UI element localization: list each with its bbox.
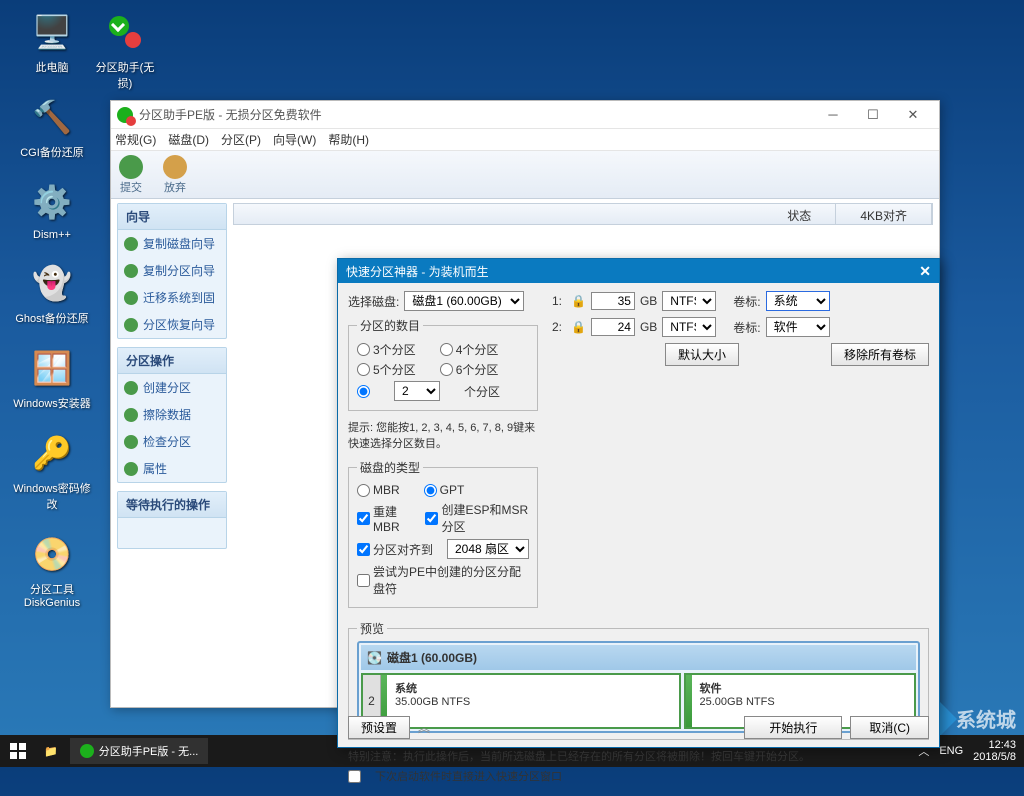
partition-count-group: 分区的数目 3个分区 4个分区 5个分区 6个分区 2 个分区 <box>348 317 538 411</box>
desktop-icon-0[interactable]: 此电脑 <box>12 8 92 75</box>
pending-panel: 等待执行的操作 <box>117 491 227 549</box>
partition-row-1: 1: 🔒 GB NTFS 卷标: 系统 <box>552 291 929 311</box>
size-input-2[interactable] <box>591 318 635 336</box>
fs-select-2[interactable]: NTFS <box>662 317 716 337</box>
dialog-title-bar: 快速分区神器 - 为装机而生 ✕ <box>338 259 939 283</box>
dialog-close-button[interactable]: ✕ <box>919 263 931 280</box>
maximize-button[interactable]: ☐ <box>853 104 893 126</box>
pending-panel-head: 等待执行的操作 <box>118 492 226 518</box>
fs-select-1[interactable]: NTFS <box>662 291 716 311</box>
menu-item-2[interactable]: 分区(P) <box>221 131 261 148</box>
wizard-panel: 向导 复制磁盘向导复制分区向导迁移系统到固分区恢复向导 <box>117 203 227 339</box>
menu-item-3[interactable]: 向导(W) <box>273 131 316 148</box>
default-size-button[interactable]: 默认大小 <box>665 343 739 366</box>
radio-3[interactable]: 3个分区 <box>357 341 416 358</box>
wizard-item-1[interactable]: 复制分区向导 <box>118 257 226 284</box>
tray-lang[interactable]: ENG <box>939 745 963 757</box>
minimize-button[interactable]: ─ <box>813 104 853 126</box>
custom-count-suffix: 个分区 <box>464 383 500 400</box>
ops-panel: 分区操作 创建分区擦除数据检查分区属性 <box>117 347 227 483</box>
type-legend: 磁盘的类型 <box>357 459 423 476</box>
wizard-item-0[interactable]: 复制磁盘向导 <box>118 230 226 257</box>
col-status: 状态 <box>763 204 836 224</box>
partition-row-2: 2: 🔒 GB NTFS 卷标: 软件 <box>552 317 929 337</box>
remove-labels-button[interactable]: 移除所有卷标 <box>831 343 929 366</box>
check-align[interactable]: 分区对齐到 <box>357 541 433 558</box>
ops-item-1[interactable]: 擦除数据 <box>118 401 226 428</box>
cancel-button[interactable]: 取消(C) <box>850 716 929 739</box>
radio-5[interactable]: 5个分区 <box>357 361 416 378</box>
ops-panel-head: 分区操作 <box>118 348 226 374</box>
taskbar-app[interactable]: 分区助手PE版 - 无... <box>70 738 209 764</box>
ops-item-3[interactable]: 属性 <box>118 455 226 482</box>
preview-disk-header: 💽 磁盘1 (60.00GB) <box>361 645 916 670</box>
radio-custom[interactable] <box>357 385 370 398</box>
desktop-icon-4[interactable]: Ghost备份还原 <box>12 259 92 326</box>
preset-button[interactable]: 预设置 <box>348 716 410 739</box>
wizard-item-3[interactable]: 分区恢复向导 <box>118 311 226 338</box>
desktop-icon-partition[interactable]: 分区助手(无损) <box>92 8 158 91</box>
close-button[interactable]: ✕ <box>893 104 933 126</box>
desktop-icon-3[interactable]: Dism++ <box>12 178 92 241</box>
desktop-icon-2[interactable]: CGI备份还原 <box>12 93 92 160</box>
quick-partition-dialog: 快速分区神器 - 为装机而生 ✕ 选择磁盘: 磁盘1 (60.00GB) 分区的… <box>337 258 940 748</box>
desktop-icon-6[interactable]: Windows密码修改 <box>12 429 92 512</box>
partition-list-header: 状态 4KB对齐 <box>233 203 933 225</box>
window-title: 分区助手PE版 - 无损分区免费软件 <box>139 106 813 123</box>
lock-icon: 🔒 <box>571 320 586 334</box>
disk-type-group: 磁盘的类型 MBR GPT 重建MBR 创建ESP和MSR分区 分区对齐到 20… <box>348 459 538 608</box>
menu-item-4[interactable]: 帮助(H) <box>328 131 369 148</box>
count-legend: 分区的数目 <box>357 317 423 334</box>
label: 分区助手(无损) <box>92 59 158 91</box>
lock-icon: 🔒 <box>571 294 586 308</box>
menu-bar: 常规(G) 磁盘(D) 分区(P) 向导(W) 帮助(H) <box>111 129 939 151</box>
size-input-1[interactable] <box>591 292 635 310</box>
check-try-pe[interactable]: 尝试为PE中创建的分区分配盘符 <box>357 563 529 597</box>
disk-select[interactable]: 磁盘1 (60.00GB) <box>404 291 524 311</box>
desktop-icon-5[interactable]: Windows安装器 <box>12 344 92 411</box>
radio-6[interactable]: 6个分区 <box>440 361 499 378</box>
hint-text: 提示: 您能按1, 2, 3, 4, 5, 6, 7, 8, 9键来快速选择分区… <box>348 419 538 451</box>
toolbar-commit[interactable]: 提交 <box>119 155 143 195</box>
toolbar: 提交 放弃 <box>111 151 939 199</box>
start-button[interactable]: 开始执行 <box>744 716 842 739</box>
check-rebuild-mbr[interactable]: 重建MBR <box>357 503 411 534</box>
menu-item-1[interactable]: 磁盘(D) <box>168 131 209 148</box>
col-align: 4KB对齐 <box>836 204 932 224</box>
radio-gpt[interactable]: GPT <box>424 483 465 497</box>
label-select-1[interactable]: 系统 <box>766 291 830 311</box>
menu-item-0[interactable]: 常规(G) <box>115 131 156 148</box>
ops-item-2[interactable]: 检查分区 <box>118 428 226 455</box>
watermark: 系统城 <box>928 704 1016 733</box>
align-select[interactable]: 2048 扇区 <box>447 539 529 559</box>
dialog-title: 快速分区神器 - 为装机而生 <box>346 263 919 280</box>
check-create-esp[interactable]: 创建ESP和MSR分区 <box>425 501 529 535</box>
disk-select-label: 选择磁盘: <box>348 293 399 310</box>
warning-text: 特别注意：执行此操作后，当前所选磁盘上已经存在的所有分区将被删除！按回车键开始分… <box>348 748 929 764</box>
tray-time[interactable]: 12:43 <box>973 739 1016 751</box>
app-icon <box>117 107 133 123</box>
radio-4[interactable]: 4个分区 <box>440 341 499 358</box>
taskbar-explorer-icon[interactable]: 📁 <box>36 745 66 758</box>
start-button[interactable] <box>0 735 36 767</box>
toolbar-discard[interactable]: 放弃 <box>163 155 187 195</box>
tray-date[interactable]: 2018/5/8 <box>973 751 1016 763</box>
radio-mbr[interactable]: MBR <box>357 483 400 497</box>
chevron-icon: ︽ <box>418 719 430 736</box>
desktop-icon-7[interactable]: 分区工具DiskGenius <box>12 530 92 609</box>
title-bar: 分区助手PE版 - 无损分区免费软件 ─ ☐ ✕ <box>111 101 939 129</box>
wizard-item-2[interactable]: 迁移系统到固 <box>118 284 226 311</box>
disk-icon: 💽 <box>367 651 382 665</box>
ops-item-0[interactable]: 创建分区 <box>118 374 226 401</box>
label-select-2[interactable]: 软件 <box>766 317 830 337</box>
custom-count-select[interactable]: 2 <box>394 381 440 401</box>
wizard-panel-head: 向导 <box>118 204 226 230</box>
check-next-time[interactable]: 下次启动软件时直接进入快速分区窗口 <box>348 768 929 784</box>
preview-legend: 预览 <box>357 620 387 637</box>
